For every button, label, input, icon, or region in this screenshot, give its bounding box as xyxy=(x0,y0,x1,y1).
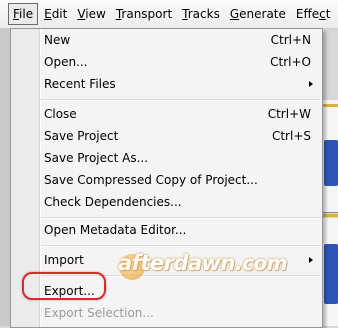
watermark: afterdawn.com xyxy=(118,251,288,281)
menu-item-new-label: New xyxy=(44,33,71,47)
menu-item-save-project-as-label: Save Project As... xyxy=(44,151,149,165)
menu-item-open-metadata-editor-label: Open Metadata Editor... xyxy=(44,223,187,237)
menu-item-check-dependencies-label: Check Dependencies... xyxy=(44,195,182,209)
menu-item-open[interactable]: Open... Ctrl+O xyxy=(41,51,321,73)
menu-item-new[interactable]: New Ctrl+N xyxy=(41,29,321,51)
menu-item-save-project-as[interactable]: Save Project As... xyxy=(41,147,321,169)
menu-edit[interactable]: Edit xyxy=(40,4,71,24)
menu-generate-accel: G xyxy=(229,7,240,21)
menu-item-save-compressed-copy-label: Save Compressed Copy of Project... xyxy=(44,173,258,187)
menu-item-recent-files[interactable]: Recent Files xyxy=(41,73,321,95)
menu-item-save-project-shortcut: Ctrl+S xyxy=(271,129,311,143)
menu-separator xyxy=(41,245,321,247)
menu-tracks[interactable]: Tracks xyxy=(178,4,224,24)
menu-item-open-metadata-editor[interactable]: Open Metadata Editor... xyxy=(41,219,321,241)
menu-item-recent-files-label: Recent Files xyxy=(44,77,116,91)
menu-generate-label: enerate xyxy=(239,7,286,21)
menu-file-label: ile xyxy=(19,7,34,21)
submenu-arrow-icon xyxy=(309,81,313,87)
menu-effect[interactable]: Effect xyxy=(292,4,335,24)
menu-edit-label: dit xyxy=(51,7,68,21)
watermark-brand: afterdawn xyxy=(118,251,236,275)
menu-tracks-label: racks xyxy=(187,7,220,21)
menu-item-save-project-label: Save Project xyxy=(44,129,119,143)
menu-item-close-label: Close xyxy=(44,107,77,121)
menu-bar: File Edit View Transport Tracks Generate… xyxy=(0,0,338,29)
menu-view-label: iew xyxy=(85,7,106,21)
menu-item-export-selection-label: Export Selection... xyxy=(44,306,154,320)
menu-transport[interactable]: Transport xyxy=(112,4,176,24)
track-2-waveform xyxy=(324,244,338,304)
menu-item-save-compressed-copy[interactable]: Save Compressed Copy of Project... xyxy=(41,169,321,191)
menu-item-open-shortcut: Ctrl+O xyxy=(270,55,311,69)
menu-item-import-label: Import xyxy=(44,253,84,267)
menu-item-save-project[interactable]: Save Project Ctrl+S xyxy=(41,125,321,147)
submenu-arrow-icon xyxy=(309,257,313,263)
menu-effect-label-post: t xyxy=(325,7,331,21)
menu-item-close[interactable]: Close Ctrl+W xyxy=(41,103,321,125)
menu-effect-accel: c xyxy=(319,7,326,21)
track-1-waveform xyxy=(324,140,338,186)
menu-item-export-selection: Export Selection... xyxy=(41,302,321,324)
menu-item-open-label: Open... xyxy=(44,55,88,69)
watermark-tld: .com xyxy=(235,251,288,275)
menu-item-new-shortcut: Ctrl+N xyxy=(270,33,311,47)
menu-transport-label: ransport xyxy=(121,7,173,21)
menu-file[interactable]: File xyxy=(8,3,39,25)
menu-generate[interactable]: Generate xyxy=(226,4,290,24)
menu-effect-label-pre: Effe xyxy=(295,7,320,21)
menu-item-close-shortcut: Ctrl+W xyxy=(267,107,311,121)
menu-separator xyxy=(41,99,321,101)
menu-item-check-dependencies[interactable]: Check Dependencies... xyxy=(41,191,321,213)
menu-view[interactable]: View xyxy=(73,4,109,24)
menu-edit-accel: E xyxy=(44,7,52,21)
export-highlight-outline xyxy=(22,272,106,300)
